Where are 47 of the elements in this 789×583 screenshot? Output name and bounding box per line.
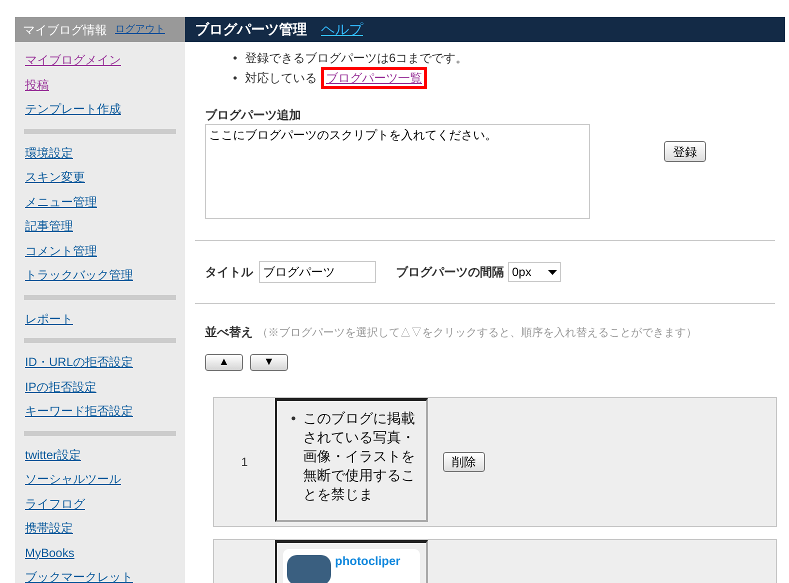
sidebar-link[interactable]: マイブログメイン [25,51,121,70]
script-field[interactable]: ここにブログパーツのスクリプトを入れてください。 [205,124,590,219]
help-link[interactable]: ヘルプ [321,19,363,40]
sidebar-title: マイブログ情報 [23,22,107,38]
sidebar-link[interactable]: 携帯設定 [25,519,73,538]
spacing-label: ブログパーツの間隔 [396,264,504,281]
sidebar-link[interactable]: ID・URLの拒否設定 [25,353,134,372]
title-label: タイトル [205,264,253,281]
parts-list-link[interactable]: ブログパーツ一覧 [326,71,422,85]
bullet: • [233,70,238,86]
sidebar-link[interactable]: 環境設定 [25,144,73,162]
sidebar-link[interactable]: MyBooks [25,544,74,562]
photo-placeholder [287,554,331,583]
sidebar-link[interactable]: メニュー管理 [25,192,97,211]
sort-heading: 並べ替え [205,324,253,341]
sidebar-link[interactable]: ソーシャルツール [25,470,121,488]
sidebar-link[interactable]: IPの拒否設定 [25,378,96,396]
preview-text: このブログに掲載されている写真・画像・イラストを無断で使用することを禁じま [303,408,416,504]
title-field[interactable]: ブログパーツ [259,261,376,283]
delete-button[interactable]: 削除 [443,452,485,472]
sidebar-link[interactable]: ライフログ [25,494,85,513]
blog-part-row[interactable]: 1 • このブログに掲載されている写真・画像・イラストを無断で使用することを禁じま 削除 [213,396,777,526]
bullet: • [291,408,297,428]
spacing-select[interactable]: 0px [508,262,561,282]
sidebar-link[interactable]: 記事管理 [25,217,73,236]
sidebar-link[interactable]: コメント管理 [25,242,97,260]
sidebar-link[interactable]: ブックマークレット [25,568,133,583]
sidebar-link[interactable]: レポート [25,310,73,328]
sidebar-link[interactable]: twitter設定 [25,446,82,464]
page-title: ブログパーツ管理 [195,20,307,39]
dropdown-arrow-icon [548,270,557,274]
sidebar-link[interactable]: 投稿 [25,76,49,94]
row-number: 1 [241,454,248,470]
section-heading: ブログパーツ追加 [205,107,302,124]
note-text: 登録できるブログパーツは6コまでです。 [245,50,468,66]
blog-part-row[interactable]: photocliper [213,538,777,583]
sort-hint: （※ブログパーツを選択して△▽をクリックすると、順序を入れ替えることができます） [257,326,697,341]
note-text: 対応している [245,70,317,86]
move-up-button[interactable]: ▲ [205,354,243,370]
sidebar-link[interactable]: スキン変更 [25,168,85,186]
widget-title: photocliper [335,554,400,566]
sidebar-link[interactable]: テンプレート作成 [25,100,121,118]
bullet: • [233,50,238,66]
move-down-button[interactable]: ▼ [250,354,288,370]
register-button[interactable]: 登録 [664,141,706,162]
sidebar-link[interactable]: トラックバック管理 [25,266,133,284]
sidebar-link[interactable]: キーワード拒否設定 [25,402,133,420]
